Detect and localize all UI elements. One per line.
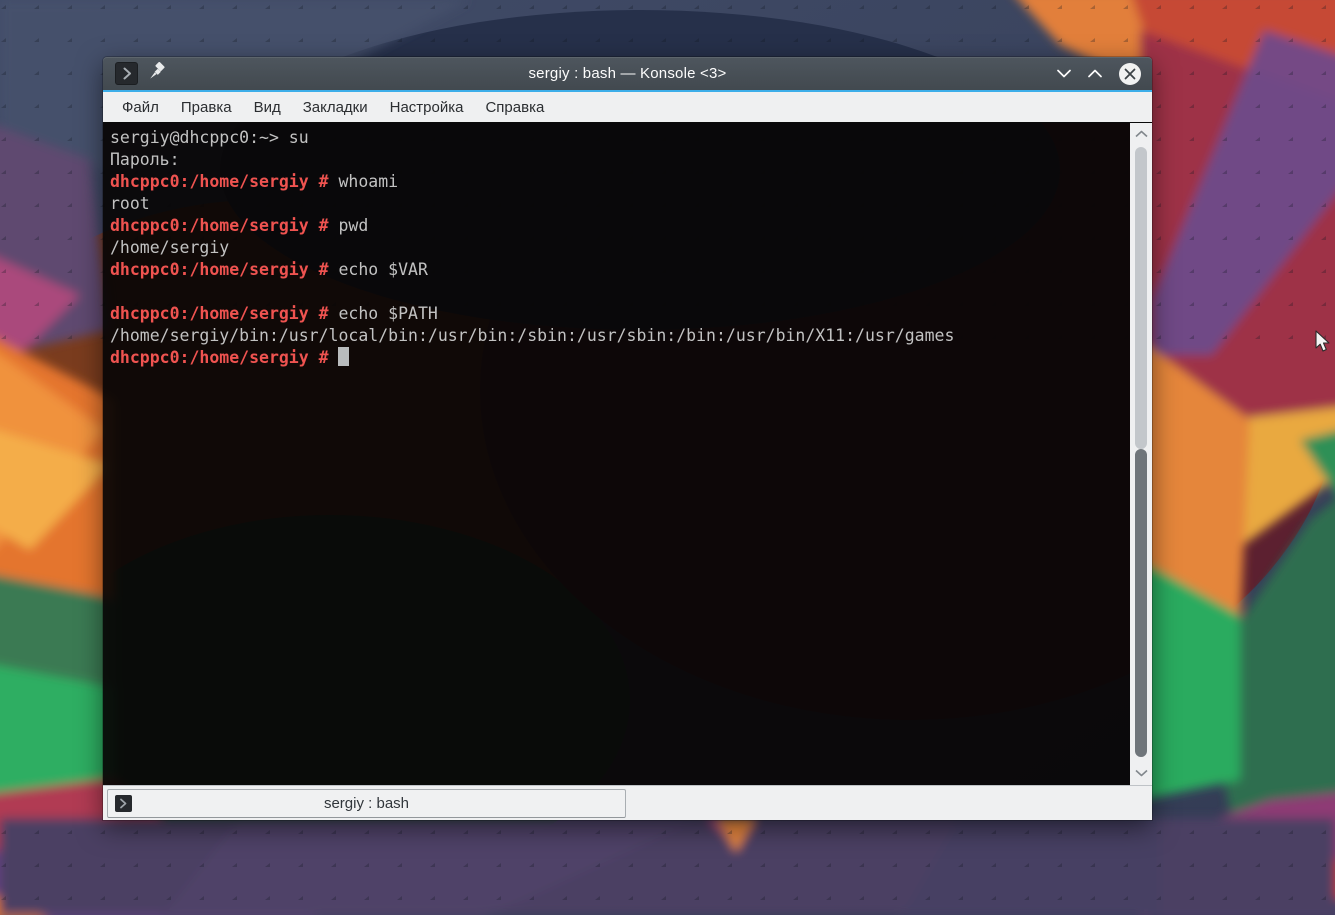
shell-prompt: dhcppc0:/home/sergiy #	[110, 304, 329, 323]
shell-prompt: dhcppc0:/home/sergiy #	[110, 216, 329, 235]
terminal-line	[110, 281, 1130, 303]
terminal-line: dhcppc0:/home/sergiy # echo $PATH	[110, 303, 1130, 325]
terminal-line: /home/sergiy	[110, 237, 1130, 259]
konsole-app-icon	[115, 62, 138, 85]
terminal-screen[interactable]: sergiy@dhcppc0:~> su Пароль: dhcppc0:/home…	[103, 123, 1130, 785]
menu-item-5[interactable]: Справка	[474, 94, 555, 121]
terminal-text: sergiy@dhcppc0:~> su	[110, 128, 309, 147]
terminal-cursor	[338, 347, 349, 366]
close-button[interactable]	[1119, 63, 1141, 85]
scrollbar-track-upper[interactable]	[1135, 147, 1147, 449]
terminal-line: dhcppc0:/home/sergiy # pwd	[110, 215, 1130, 237]
terminal-line: root	[110, 193, 1130, 215]
window-title: sergiy : bash — Konsole <3>	[103, 65, 1152, 82]
terminal-text	[329, 348, 339, 367]
terminal-text: whoami	[329, 172, 399, 191]
menu-item-1[interactable]: Правка	[170, 94, 243, 121]
pin-icon[interactable]	[148, 62, 166, 86]
maximize-button[interactable]	[1088, 69, 1102, 78]
tab-bar: sergiy : bash	[103, 785, 1152, 820]
tab-label: sergiy : bash	[324, 795, 409, 812]
konsole-window: sergiy : bash — Konsole <3> ФайлПравкаВи…	[103, 57, 1152, 820]
terminal-line: dhcppc0:/home/sergiy # echo $VAR	[110, 259, 1130, 281]
menu-item-0[interactable]: Файл	[111, 94, 170, 121]
terminal-line: Пароль:	[110, 149, 1130, 171]
scrollbar[interactable]	[1130, 123, 1152, 785]
scroll-down-arrow-icon[interactable]	[1130, 769, 1152, 777]
tab-sergiy-bash[interactable]: sergiy : bash	[107, 789, 626, 818]
menu-item-4[interactable]: Настройка	[379, 94, 475, 121]
menu-item-2[interactable]: Вид	[243, 94, 292, 121]
terminal-text: pwd	[329, 216, 369, 235]
shell-prompt: dhcppc0:/home/sergiy #	[110, 260, 329, 279]
shell-prompt: dhcppc0:/home/sergiy #	[110, 172, 329, 191]
close-x-icon	[1124, 68, 1136, 80]
terminal-text: echo $VAR	[329, 260, 428, 279]
terminal-line: dhcppc0:/home/sergiy # whoami	[110, 171, 1130, 193]
menu-item-3[interactable]: Закладки	[292, 94, 379, 121]
tab-terminal-icon	[115, 795, 132, 812]
title-bar[interactable]: sergiy : bash — Konsole <3>	[103, 57, 1152, 90]
terminal-line: /home/sergiy/bin:/usr/local/bin:/usr/bin…	[110, 325, 1130, 347]
scrollbar-thumb[interactable]	[1135, 449, 1147, 757]
terminal-text: /home/sergiy/bin:/usr/local/bin:/usr/bin…	[110, 326, 954, 345]
mouse-cursor	[1315, 330, 1331, 353]
minimize-button[interactable]	[1057, 69, 1071, 78]
terminal-text: Пароль:	[110, 150, 180, 169]
terminal-text: root	[110, 194, 150, 213]
terminal-line: dhcppc0:/home/sergiy #	[110, 347, 1130, 369]
shell-prompt: dhcppc0:/home/sergiy #	[110, 348, 329, 367]
terminal-text: /home/sergiy	[110, 238, 229, 257]
scroll-up-arrow-icon[interactable]	[1130, 130, 1152, 138]
terminal-line: sergiy@dhcppc0:~> su	[110, 127, 1130, 149]
menu-bar: ФайлПравкаВидЗакладкиНастройкаСправка	[103, 92, 1152, 123]
terminal-text: echo $PATH	[329, 304, 438, 323]
